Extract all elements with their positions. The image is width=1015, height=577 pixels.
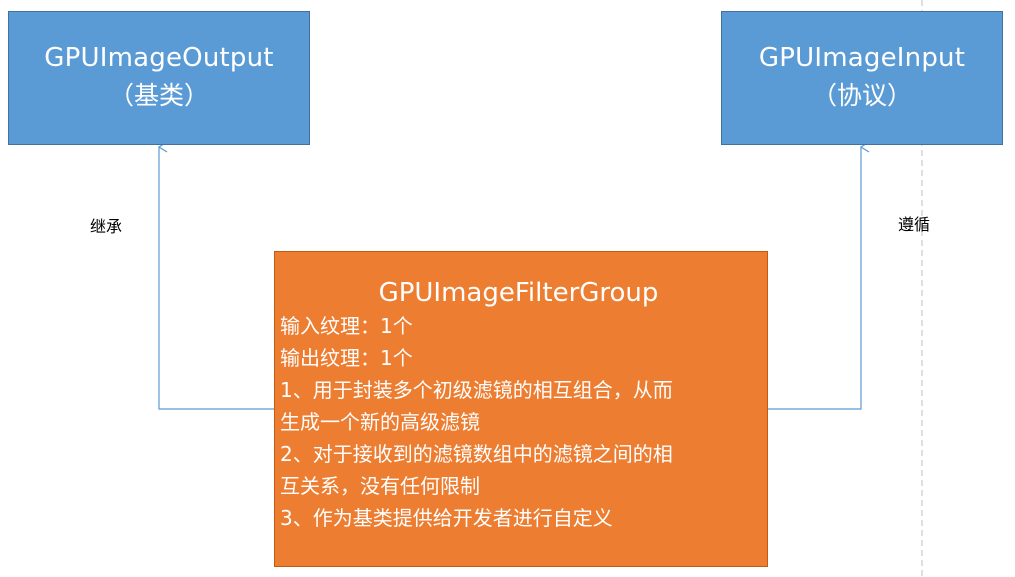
filter-group-line: 3、作为基类提供给开发者进行自定义 [280,506,613,530]
gpuimage-input-node: GPUImageInput （协议） [721,11,1003,145]
class-diagram: GPUImageOutput （基类） GPUImageInput （协议） 继… [0,0,1015,577]
conform-connector [768,147,861,410]
filter-group-title: GPUImageFilterGroup [378,278,659,308]
input-node-subtitle: （协议） [811,81,912,110]
inherit-label: 继承 [90,217,123,236]
gpuimage-output-node: GPUImageOutput （基类） [8,11,310,145]
filter-group-line: 生成一个新的高级滤镜 [280,410,480,434]
filter-group-line: 2、对于接收到的滤镜数组中的滤镜之间的相 [280,442,673,466]
conform-label: 遵循 [898,215,931,234]
output-node-title: GPUImageOutput [44,43,274,73]
filter-group-line: 输入纹理：1个 [280,314,413,338]
output-node-subtitle: （基类） [108,81,209,110]
filter-group-line: 1、用于封装多个初级滤镜的相互组合，从而 [280,378,673,402]
filter-group-line: 互关系，没有任何限制 [280,474,480,498]
gpuimage-filter-group-node: GPUImageFilterGroup 输入纹理：1个 输出纹理：1个 1、用于… [274,251,768,567]
input-node-title: GPUImageInput [758,43,966,73]
filter-group-line: 输出纹理：1个 [280,346,413,370]
inherit-connector [159,147,274,410]
